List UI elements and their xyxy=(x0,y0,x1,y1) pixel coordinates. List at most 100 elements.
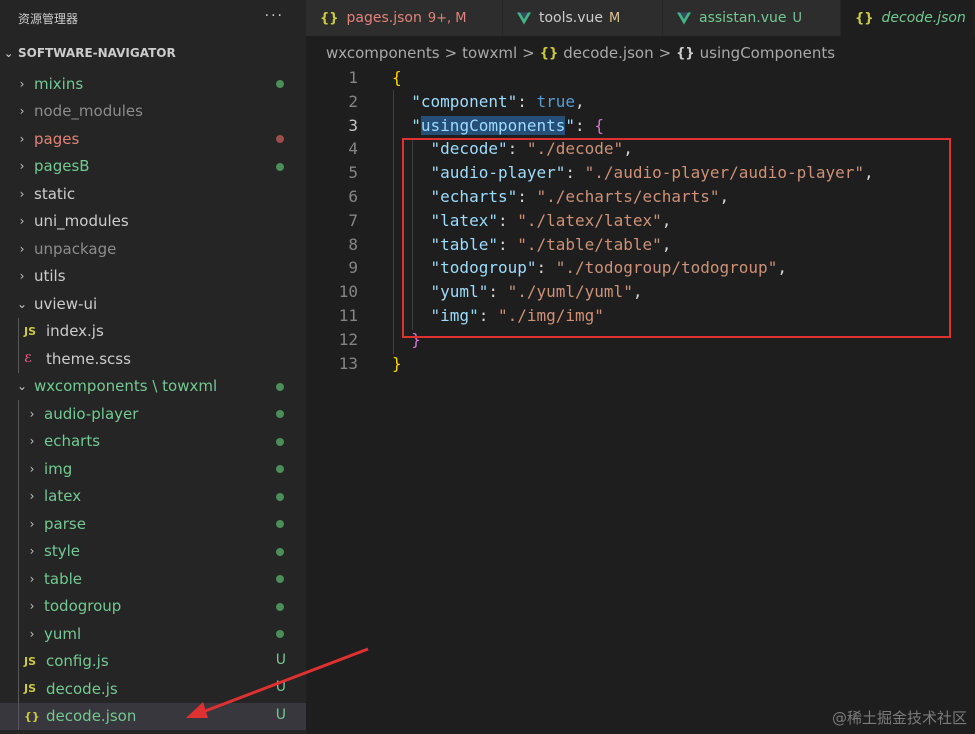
tree-item-label: audio-player xyxy=(44,404,139,423)
line-number: 7 xyxy=(348,210,358,230)
code-token: { xyxy=(594,115,604,135)
breadcrumb-separator: > xyxy=(444,44,458,62)
code-text: "component": true, xyxy=(392,90,585,114)
tree-item[interactable]: › parse xyxy=(0,510,306,538)
tree-item[interactable]: JS config.js U xyxy=(0,648,306,676)
git-status-dot xyxy=(276,80,284,88)
tree-item-label: todogroup xyxy=(44,597,122,616)
git-status-badge: U xyxy=(275,679,286,695)
tree-item[interactable]: › mixins xyxy=(0,70,306,98)
tree-item[interactable]: › audio-player xyxy=(0,400,306,428)
tree-item-label: node_modules xyxy=(34,102,143,121)
file-tree: › mixins › node_modules › pages › pagesB › static… xyxy=(0,70,306,730)
js-file-icon: JS xyxy=(24,654,37,668)
json-object-icon: {} xyxy=(676,45,695,61)
tree-item-label: theme.scss xyxy=(46,349,131,368)
chevron-right-icon: › xyxy=(19,214,25,229)
vue-file-icon xyxy=(517,12,531,24)
editor-tab[interactable]: tools.vue M xyxy=(503,0,663,36)
more-actions-icon[interactable]: ··· xyxy=(265,8,284,24)
breadcrumb: wxcomponents > towxml > {} decode.json >… xyxy=(326,38,835,68)
breadcrumb-separator: > xyxy=(522,44,535,62)
git-status-dot xyxy=(276,492,284,501)
chevron-right-icon: › xyxy=(29,599,35,614)
tree-item-label: pagesB xyxy=(34,157,90,176)
code-line: 3 "usingComponents": { xyxy=(306,114,975,138)
code-token: " xyxy=(565,115,576,135)
git-status-dot xyxy=(276,410,284,418)
code-token: "component" xyxy=(411,91,518,111)
editor-tab[interactable]: {} pages.json 9+, M xyxy=(306,0,503,36)
tree-item[interactable]: ℰtheme.scss xyxy=(0,345,306,373)
tree-item-label: wxcomponents \ towxml xyxy=(34,377,218,396)
tree-item[interactable]: › utils xyxy=(0,263,306,291)
tree-item[interactable]: JS index.js xyxy=(0,318,306,346)
watermark: @稀土掘金技术社区 xyxy=(831,709,967,727)
tree-item[interactable]: {} decode.json U xyxy=(0,702,306,730)
vue-file-icon xyxy=(677,12,691,24)
code-token: , xyxy=(575,91,585,111)
tree-item[interactable]: › img xyxy=(0,455,306,483)
tree-item-label: utils xyxy=(34,267,66,286)
tree-item-label: uni_modules xyxy=(34,212,129,231)
project-name: SOFTWARE-NAVIGATOR xyxy=(18,46,176,60)
tree-item-label: unpackage xyxy=(34,239,117,258)
explorer-header: 资源管理器 ··· xyxy=(0,0,306,36)
tree-item[interactable]: › pages xyxy=(0,125,306,153)
line-number: 4 xyxy=(348,139,358,159)
tree-indent-guide xyxy=(18,317,19,373)
code-line: 13} xyxy=(306,352,975,376)
tree-item[interactable]: › table xyxy=(0,565,306,593)
breadcrumb-item-wxcomponents[interactable]: wxcomponents xyxy=(326,44,440,62)
tree-item[interactable]: JS decode.js U xyxy=(0,675,306,703)
code-token: } xyxy=(392,353,402,373)
git-status-dot xyxy=(276,520,284,528)
json-file-icon: {} xyxy=(320,10,339,26)
breadcrumb-item-towxml[interactable]: towxml xyxy=(462,44,517,62)
tree-item[interactable]: › style xyxy=(0,538,306,566)
code-text: } xyxy=(392,352,402,376)
tree-item[interactable]: › echarts xyxy=(0,428,306,456)
tree-item[interactable]: › pagesB xyxy=(0,153,306,181)
chevron-right-icon: › xyxy=(19,159,25,174)
code-line: 1{ xyxy=(306,66,975,90)
tree-item[interactable]: › unpackage xyxy=(0,235,306,263)
line-number: 10 xyxy=(338,282,358,302)
code-token: : xyxy=(517,91,537,111)
breadcrumb-item-using-components[interactable]: usingComponents xyxy=(700,44,835,62)
line-number: 11 xyxy=(338,306,358,325)
editor-tab[interactable]: {} decode.json xyxy=(841,0,975,36)
js-file-icon: JS xyxy=(24,324,37,338)
explorer-sidebar: 资源管理器 ··· ⌄ SOFTWARE-NAVIGATOR › mixins › n… xyxy=(0,0,306,734)
code-text: { xyxy=(392,66,402,90)
chevron-down-icon: ⌄ xyxy=(4,46,14,60)
tree-item[interactable]: › latex xyxy=(0,483,306,511)
chevron-right-icon: › xyxy=(29,461,35,476)
editor-tab[interactable]: assistan.vue U xyxy=(663,0,841,36)
git-status-dot xyxy=(276,630,284,638)
tree-item-label: config.js xyxy=(46,652,109,671)
tree-item[interactable]: › node_modules xyxy=(0,98,306,126)
tab-git-status: U xyxy=(792,10,803,26)
chevron-down-icon: ⌄ xyxy=(16,379,28,394)
code-text: "usingComponents": { xyxy=(392,114,604,138)
chevron-right-icon: › xyxy=(19,131,25,146)
chevron-right-icon: › xyxy=(29,626,35,641)
code-token: " xyxy=(411,115,421,135)
tree-item[interactable]: › todogroup xyxy=(0,593,306,621)
tree-item[interactable]: › static xyxy=(0,180,306,208)
breadcrumb-separator: > xyxy=(658,44,672,62)
project-root[interactable]: ⌄ SOFTWARE-NAVIGATOR xyxy=(0,36,306,70)
tree-item-label: table xyxy=(44,569,82,588)
tree-item[interactable]: ⌄ wxcomponents \ towxml xyxy=(0,373,306,401)
json-file-icon: {} xyxy=(855,10,874,26)
tree-item[interactable]: › uni_modules xyxy=(0,208,306,236)
git-status-dot xyxy=(276,465,284,473)
breadcrumb-item-decode-json[interactable]: decode.json xyxy=(563,44,653,62)
tree-item[interactable]: › yuml xyxy=(0,620,306,648)
tree-item[interactable]: ⌄ uview-ui xyxy=(0,290,306,318)
tab-label: assistan.vue xyxy=(699,10,787,26)
git-status-dot xyxy=(276,382,284,391)
tree-item-label: latex xyxy=(44,487,82,506)
